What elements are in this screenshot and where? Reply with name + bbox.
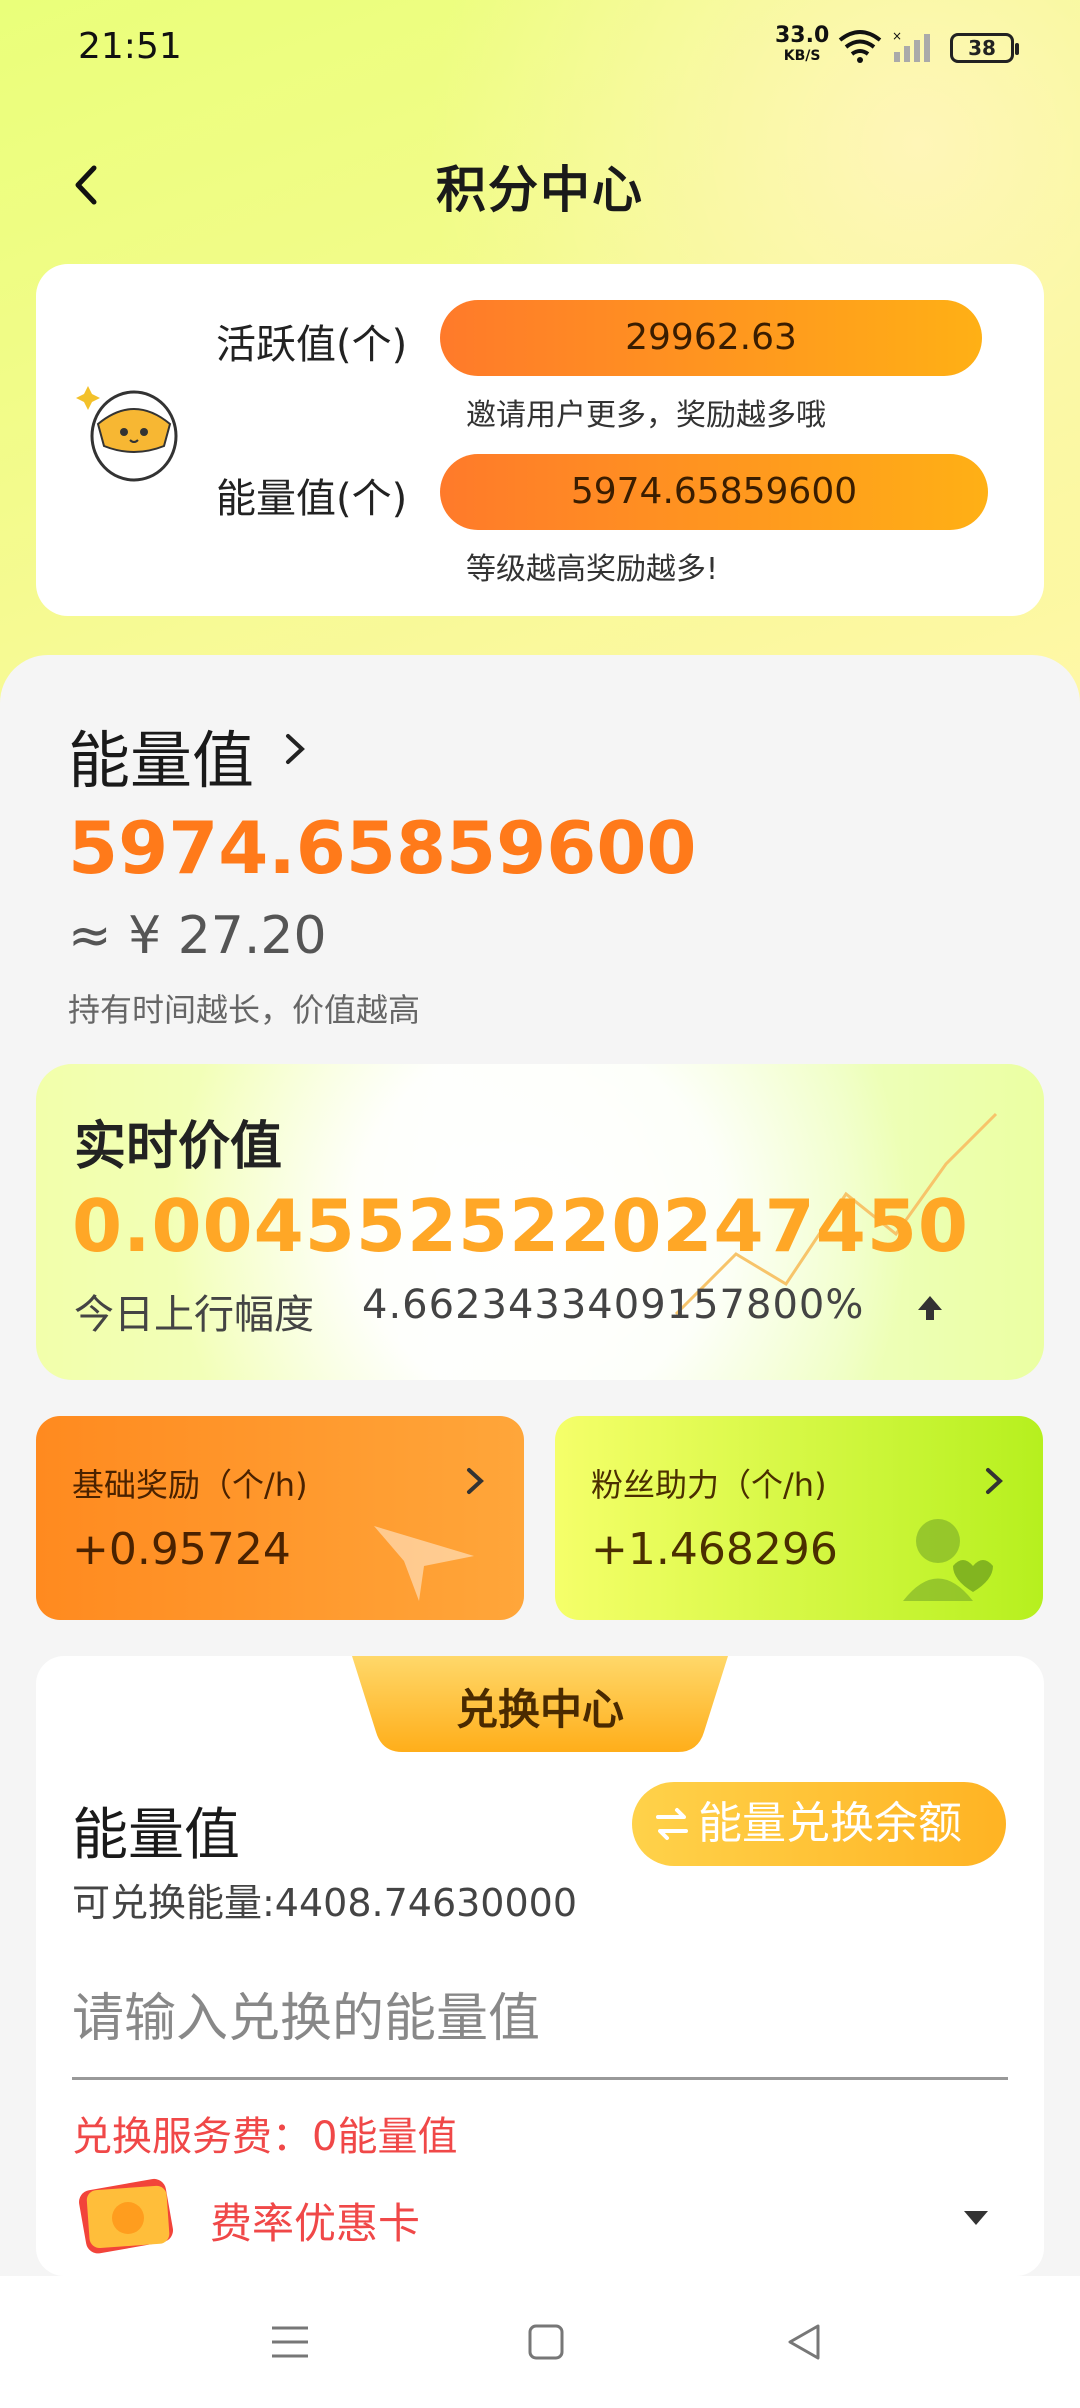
user-heart-icon — [903, 1519, 993, 1601]
change-label: 今日上行幅度 — [74, 1292, 314, 1338]
home-icon[interactable] — [526, 2322, 566, 2362]
exchange-button-label: 能量兑换余额 — [698, 1798, 962, 1849]
change-value: 4.6623433409157800% — [362, 1282, 865, 1328]
discount-card-icon — [79, 2178, 174, 2254]
mascot-icon — [76, 386, 178, 482]
status-time: 21:51 — [78, 26, 182, 67]
nav-bar: 积分中心 — [0, 140, 1080, 230]
active-label: 活跃值(个) — [216, 322, 408, 368]
energy-label: 能量值(个) — [216, 476, 408, 522]
exchange-heading: 能量值 — [72, 1803, 240, 1868]
active-value-pill: 29962.63 — [440, 300, 982, 376]
exchange-tab-title: 兑换中心 — [455, 1685, 624, 1734]
chevron-right-icon[interactable] — [278, 732, 312, 766]
battery-indicator: 38 — [950, 33, 1019, 63]
menu-icon[interactable] — [268, 2322, 312, 2362]
chevron-right-icon — [986, 1468, 1003, 1494]
svg-text:×: × — [892, 30, 902, 43]
exchange-to-balance-button[interactable]: 能量兑换余额 — [632, 1782, 1006, 1866]
summary-card: 活跃值(个) 29962.63 邀请用户更多，奖励越多哦 能量值(个) 5974… — [36, 264, 1044, 616]
page-title: 积分中心 — [436, 161, 644, 219]
energy-value-pill: 5974.65859600 — [440, 454, 988, 530]
signal-icon: × — [892, 30, 930, 62]
fans-boost-value: +1.468296 — [591, 1524, 838, 1575]
energy-value: 5974.65859600 — [68, 806, 697, 890]
exchange-amount-input[interactable] — [72, 1960, 1008, 2080]
active-hint: 邀请用户更多，奖励越多哦 — [466, 398, 826, 433]
base-reward-card[interactable]: 基础奖励（个/h) +0.95724 — [36, 1416, 524, 1620]
available-energy: 可兑换能量:4408.74630000 — [72, 1881, 578, 1925]
discount-card-select[interactable]: 费率优惠卡 — [210, 2190, 420, 2251]
energy-hint: 等级越高奖励越多! — [466, 552, 719, 587]
energy-note: 持有时间越长，价值越高 — [68, 991, 421, 1029]
realtime-value-card: 实时价值 0.0045525220247450 今日上行幅度 4.6623433… — [36, 1064, 1044, 1380]
realtime-value: 0.0045525220247450 — [72, 1184, 970, 1268]
network-speed: 33.0 KB/S — [775, 23, 830, 66]
fans-boost-label: 粉丝助力（个/h) — [591, 1466, 827, 1504]
dropdown-arrow-icon[interactable] — [962, 2208, 990, 2228]
energy-cny-value: ≈ ¥ 27.20 — [68, 906, 327, 966]
base-reward-label: 基础奖励（个/h) — [72, 1466, 308, 1504]
swap-icon — [656, 1808, 688, 1840]
base-reward-value: +0.95724 — [72, 1524, 291, 1575]
realtime-title: 实时价值 — [74, 1117, 283, 1177]
chevron-right-icon — [467, 1468, 484, 1494]
network-speed-unit: KB/S — [783, 48, 821, 64]
fans-boost-card[interactable]: 粉丝助力（个/h) +1.468296 — [555, 1416, 1043, 1620]
arrow-up-icon — [918, 1296, 942, 1320]
network-speed-value: 33.0 — [775, 23, 830, 48]
status-bar: 21:51 33.0 KB/S × 38 — [0, 0, 1080, 100]
wifi-icon — [838, 30, 882, 63]
paper-plane-icon — [374, 1526, 474, 1601]
energy-title[interactable]: 能量值 — [68, 710, 254, 800]
back-nav-icon[interactable] — [784, 2322, 824, 2362]
exchange-fee: 兑换服务费：0能量值 — [72, 2114, 458, 2160]
system-nav-bar — [0, 2276, 1080, 2408]
